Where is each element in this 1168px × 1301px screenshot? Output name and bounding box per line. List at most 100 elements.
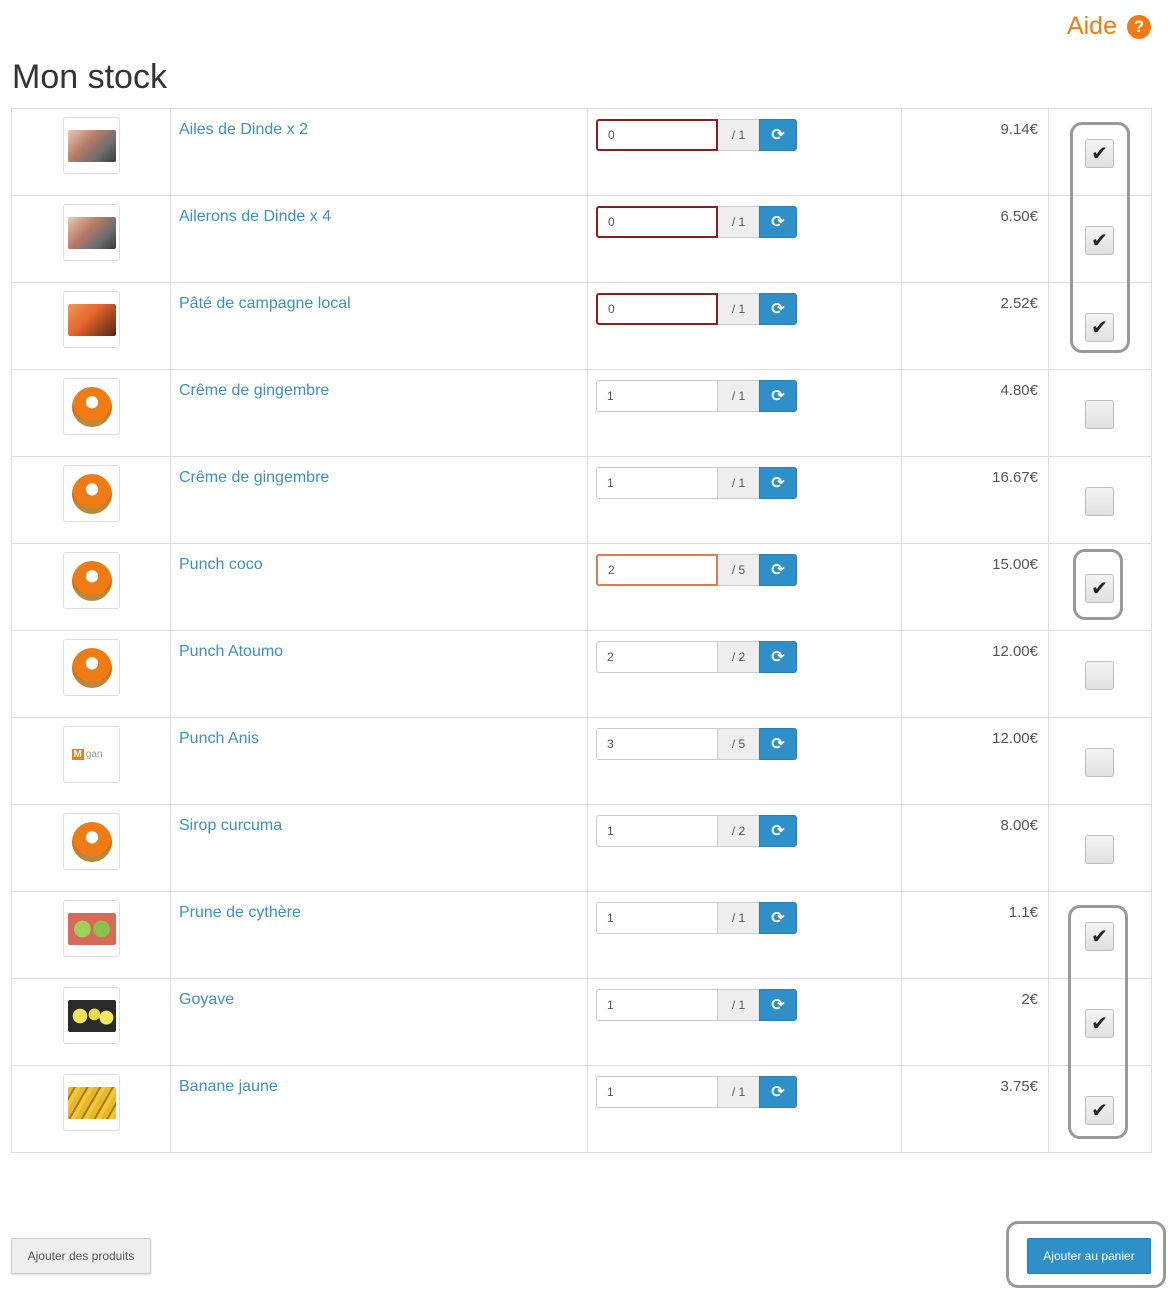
quantity-input[interactable]: [596, 902, 718, 934]
quantity-input[interactable]: [596, 815, 718, 847]
product-thumbnail[interactable]: [63, 639, 120, 696]
select-checkbox[interactable]: ✔: [1085, 1096, 1114, 1125]
product-image: [67, 129, 116, 162]
select-cell: [1048, 717, 1152, 805]
quantity-max: / 1: [718, 119, 759, 151]
product-name-link[interactable]: Punch Atoumo: [179, 643, 283, 661]
quantity-max: / 1: [718, 1076, 759, 1108]
refresh-quantity-button[interactable]: ⟳: [759, 467, 797, 499]
product-name-link[interactable]: Prune de cythère: [179, 904, 301, 922]
name-cell: Crême de gingembre: [170, 369, 588, 457]
refresh-quantity-button[interactable]: ⟳: [759, 293, 797, 325]
product-price: 2€: [901, 978, 1049, 1066]
product-image: [67, 216, 116, 249]
checkmark-icon: ✔: [1091, 1013, 1108, 1035]
refresh-quantity-button[interactable]: ⟳: [759, 815, 797, 847]
quantity-input[interactable]: [596, 1076, 718, 1108]
product-price: 1.1€: [901, 891, 1049, 979]
select-cell: ✔: [1048, 1065, 1152, 1153]
product-thumbnail[interactable]: [63, 465, 120, 522]
refresh-quantity-button[interactable]: ⟳: [759, 728, 797, 760]
image-cell: [11, 891, 171, 979]
product-name-link[interactable]: Crême de gingembre: [179, 469, 329, 487]
product-image: [71, 821, 112, 862]
select-checkbox[interactable]: ✔: [1085, 313, 1114, 342]
table-row: Pâté de campagne local / 1 ⟳ 2.52€ ✔: [11, 282, 1152, 370]
quantity-group: / 1 ⟳: [596, 902, 901, 934]
product-thumbnail[interactable]: [63, 552, 120, 609]
quantity-input[interactable]: [596, 293, 718, 325]
product-price: 4.80€: [901, 369, 1049, 457]
image-cell: [11, 543, 171, 631]
select-checkbox[interactable]: [1085, 487, 1114, 516]
product-thumbnail[interactable]: [63, 291, 120, 348]
product-name-link[interactable]: Goyave: [179, 991, 234, 1009]
select-checkbox[interactable]: ✔: [1085, 139, 1114, 168]
select-checkbox[interactable]: ✔: [1085, 226, 1114, 255]
refresh-quantity-button[interactable]: ⟳: [759, 902, 797, 934]
product-thumbnail[interactable]: [63, 378, 120, 435]
table-row: Banane jaune / 1 ⟳ 3.75€ ✔: [11, 1065, 1152, 1153]
product-name-link[interactable]: Ailerons de Dinde x 4: [179, 208, 331, 226]
refresh-icon: ⟳: [771, 127, 785, 144]
product-name-link[interactable]: Sirop curcuma: [179, 817, 282, 835]
product-thumbnail[interactable]: [63, 117, 120, 174]
product-thumbnail[interactable]: [63, 987, 120, 1044]
checkmark-icon: ✔: [1091, 230, 1108, 252]
product-thumbnail[interactable]: [63, 1074, 120, 1131]
select-cell: ✔: [1048, 891, 1152, 979]
product-thumbnail[interactable]: [63, 900, 120, 957]
refresh-quantity-button[interactable]: ⟳: [759, 1076, 797, 1108]
add-products-button[interactable]: Ajouter des produits: [11, 1238, 151, 1274]
quantity-input[interactable]: [596, 554, 718, 586]
quantity-input[interactable]: [596, 467, 718, 499]
refresh-quantity-button[interactable]: ⟳: [759, 119, 797, 151]
select-checkbox[interactable]: [1085, 400, 1114, 429]
product-price: 3.75€: [901, 1065, 1049, 1153]
refresh-quantity-button[interactable]: ⟳: [759, 380, 797, 412]
product-thumbnail[interactable]: [63, 813, 120, 870]
product-thumbnail[interactable]: [63, 204, 120, 261]
refresh-icon: ⟳: [771, 997, 785, 1014]
quantity-cell: / 5 ⟳: [587, 717, 902, 805]
quantity-input[interactable]: [596, 989, 718, 1021]
quantity-input[interactable]: [596, 380, 718, 412]
select-checkbox[interactable]: ✔: [1085, 922, 1114, 951]
select-checkbox[interactable]: [1085, 835, 1114, 864]
quantity-input[interactable]: [596, 728, 718, 760]
refresh-icon: ⟳: [771, 475, 785, 492]
quantity-group: / 1 ⟳: [596, 206, 901, 238]
product-price: 12.00€: [901, 717, 1049, 805]
quantity-group: / 5 ⟳: [596, 554, 901, 586]
product-image: [67, 303, 116, 336]
product-name-link[interactable]: Crême de gingembre: [179, 382, 329, 400]
quantity-group: / 1 ⟳: [596, 293, 901, 325]
quantity-input[interactable]: [596, 119, 718, 151]
refresh-quantity-button[interactable]: ⟳: [759, 989, 797, 1021]
quantity-input[interactable]: [596, 206, 718, 238]
product-name-link[interactable]: Pâté de campagne local: [179, 295, 351, 313]
select-checkbox[interactable]: [1085, 661, 1114, 690]
quantity-cell: / 2 ⟳: [587, 630, 902, 718]
select-checkbox[interactable]: ✔: [1085, 1009, 1114, 1038]
quantity-cell: / 1 ⟳: [587, 108, 902, 196]
refresh-quantity-button[interactable]: ⟳: [759, 206, 797, 238]
refresh-quantity-button[interactable]: ⟳: [759, 641, 797, 673]
product-thumbnail[interactable]: Mgan: [63, 726, 120, 783]
refresh-quantity-button[interactable]: ⟳: [759, 554, 797, 586]
select-cell: ✔: [1048, 978, 1152, 1066]
quantity-group: / 2 ⟳: [596, 815, 901, 847]
quantity-group: / 1 ⟳: [596, 989, 901, 1021]
product-name-link[interactable]: Punch Anis: [179, 730, 259, 748]
product-name-link[interactable]: Ailes de Dinde x 2: [179, 121, 308, 139]
quantity-cell: / 1 ⟳: [587, 456, 902, 544]
quantity-group: / 1 ⟳: [596, 1076, 901, 1108]
product-name-link[interactable]: Punch coco: [179, 556, 263, 574]
select-checkbox[interactable]: [1085, 748, 1114, 777]
quantity-input[interactable]: [596, 641, 718, 673]
table-row: Ailerons de Dinde x 4 / 1 ⟳ 6.50€ ✔: [11, 195, 1152, 283]
product-name-link[interactable]: Banane jaune: [179, 1078, 278, 1096]
select-checkbox[interactable]: ✔: [1085, 574, 1114, 603]
help-link[interactable]: Aide ?: [1067, 12, 1151, 41]
add-to-cart-button[interactable]: Ajouter au panier: [1027, 1238, 1151, 1274]
